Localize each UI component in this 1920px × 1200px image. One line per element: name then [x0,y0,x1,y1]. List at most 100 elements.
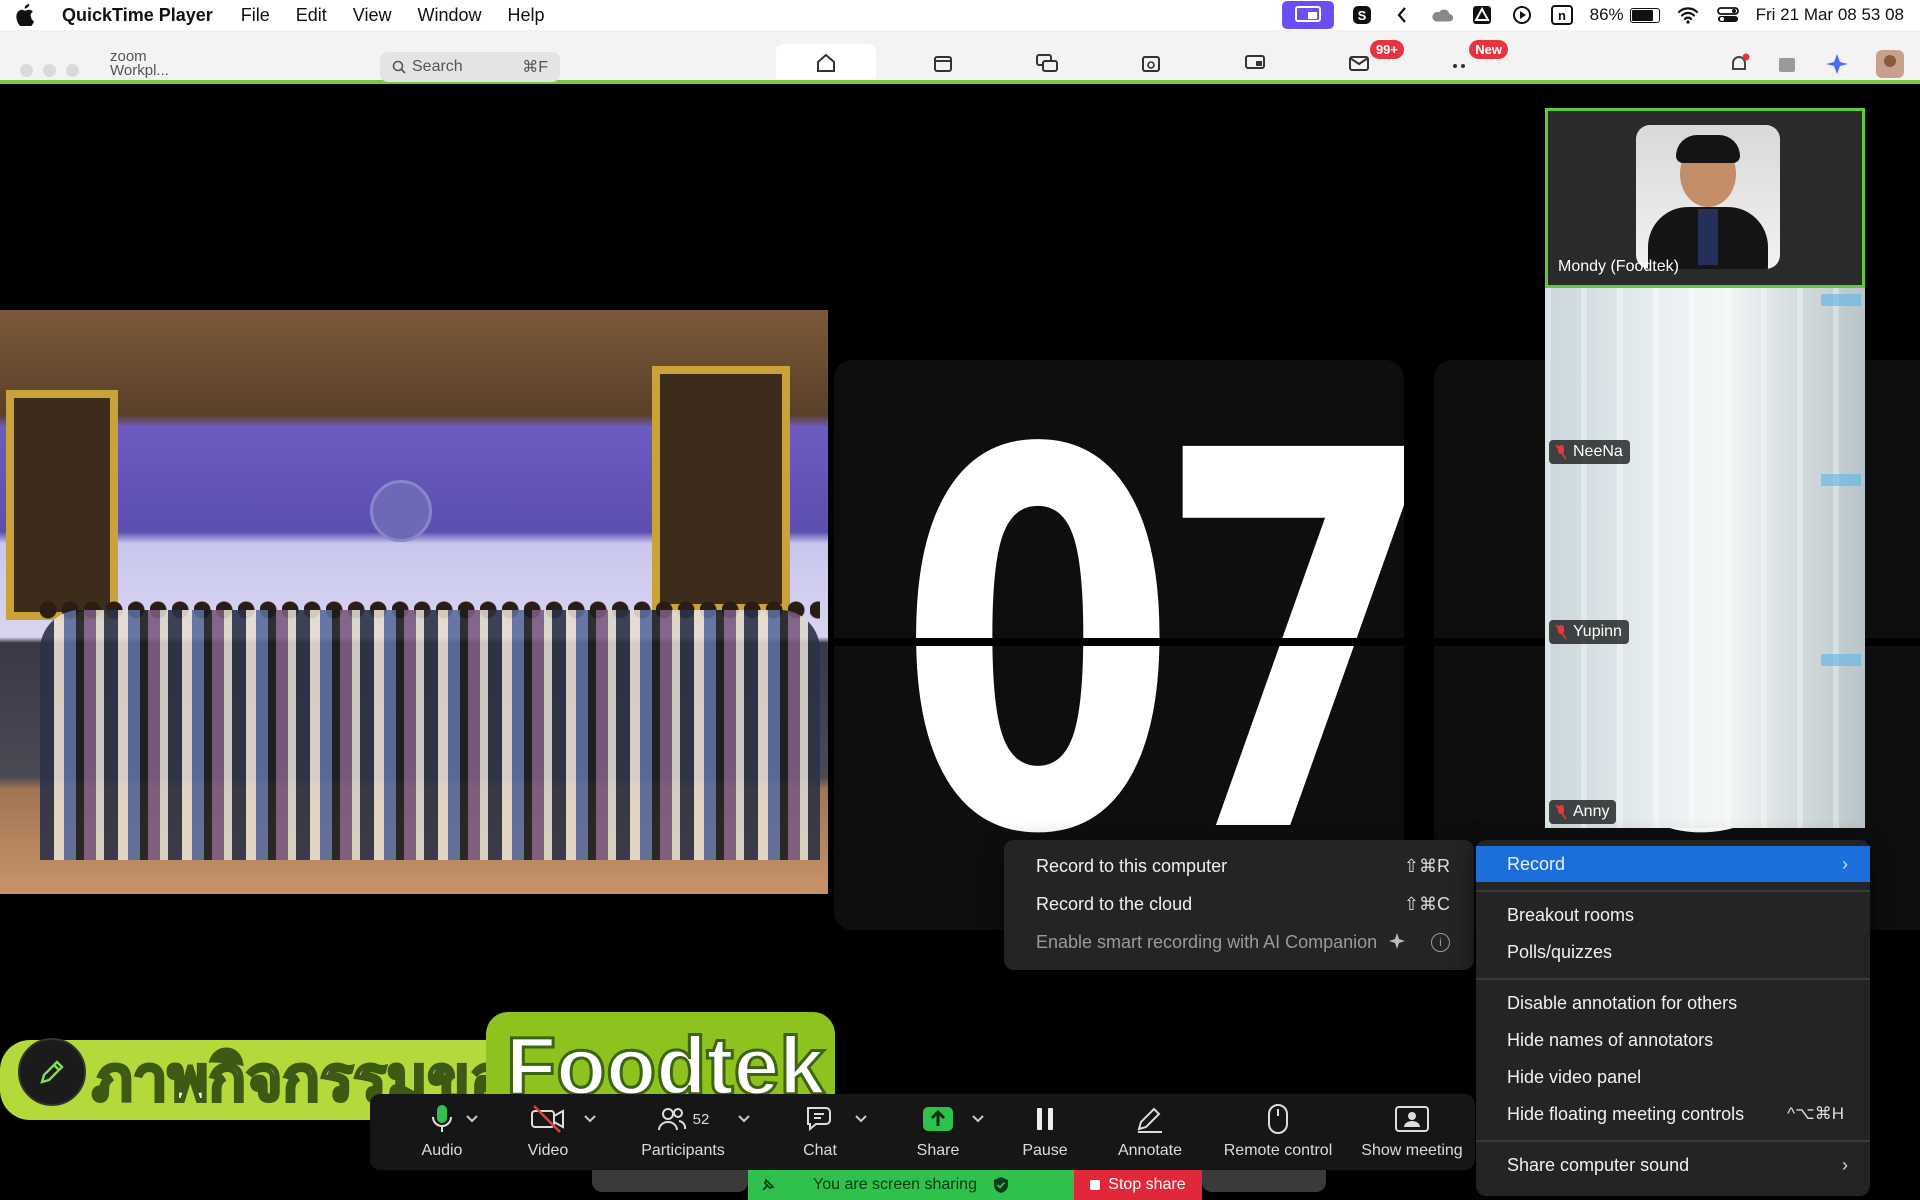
tab-team-chat[interactable] [1010,44,1084,80]
pin-icon [762,1178,775,1191]
tab-whiteboards[interactable] [1218,44,1292,80]
close-window-button[interactable] [20,64,33,77]
audio-button[interactable]: Audio [404,1102,480,1160]
chevron-down-icon[interactable] [971,1112,985,1126]
menu-help[interactable]: Help [508,5,545,26]
zoom-logo-sub: Workpl... [110,62,169,79]
video-panel: Mondy (Foodtek) NeeNa Yupinn Anny [1545,108,1867,838]
hide-floating-controls-label: Hide floating meeting controls [1507,1104,1745,1124]
apple-icon[interactable] [14,4,36,26]
zoom-toolbar: zoom Workpl... Search ⌘F 99+ New [0,30,1920,84]
svg-text:S: S [1357,8,1366,23]
notion-icon[interactable]: n [1550,5,1574,25]
search-placeholder: Search [412,58,463,75]
hide-annotator-names-item[interactable]: Hide names of annotators [1476,1022,1870,1058]
bell-icon[interactable] [1728,52,1750,76]
tab-calendar[interactable] [906,44,980,80]
info-icon[interactable]: i [1431,933,1450,952]
smart-recording-item[interactable]: Enable smart recording with AI Companion… [1004,924,1474,960]
menu-file[interactable]: File [241,5,270,26]
chat-icon [807,1107,831,1132]
control-center-icon[interactable] [1716,5,1740,25]
show-meeting-button[interactable]: Show meeting [1354,1102,1470,1160]
audio-label: Audio [421,1142,463,1159]
cloud-icon[interactable] [1430,5,1454,25]
chevron-down-icon[interactable] [583,1112,597,1126]
zoom-search-box[interactable]: Search ⌘F [380,52,560,82]
participant-name-text: Mondy (Foodtek) [1558,258,1679,275]
menubar-status-area: S n 86% Fri 21 Mar 08 53 08 [1281,0,1904,30]
chat-button[interactable]: Chat [780,1102,860,1160]
hide-annotator-names-label: Hide names of annotators [1507,1030,1714,1050]
record-menu-item[interactable]: Record › [1476,846,1870,882]
chevron-down-icon[interactable] [737,1112,751,1126]
menubar-clock[interactable]: Fri 21 Mar 08 53 08 [1756,5,1904,25]
chevron-left-icon[interactable] [1390,5,1414,25]
tab-mail[interactable]: 99+ [1322,40,1404,80]
ai-companion-icon[interactable] [1824,52,1850,76]
skype-icon[interactable]: S [1350,5,1374,25]
mouse-icon [1268,1104,1288,1134]
annotate-button[interactable]: Annotate [1108,1102,1192,1160]
record-to-computer-item[interactable]: Record to this computer ⇧⌘R [1004,848,1474,884]
background-logo [1821,294,1861,306]
hide-video-panel-item[interactable]: Hide video panel [1476,1059,1870,1095]
home-icon [817,53,835,72]
breakout-rooms-item[interactable]: Breakout rooms [1476,897,1870,933]
video-button[interactable]: Video [510,1102,586,1160]
pencil-icon [40,1060,64,1084]
calendar-icon [934,56,952,72]
drive-icon[interactable] [1470,5,1494,25]
video-label: Video [527,1142,569,1159]
record-submenu: Record to this computer ⇧⌘R Record to th… [1004,840,1474,970]
play-circle-icon[interactable] [1510,5,1534,25]
share-button[interactable]: Share [896,1102,980,1160]
menu-view[interactable]: View [353,5,392,26]
participant-tile[interactable]: Mondy (Foodtek) [1545,108,1865,288]
participant-name: NeeNa [1549,440,1630,464]
clock-split [834,638,1404,646]
hide-floating-controls-item[interactable]: Hide floating meeting controls ^⌥⌘H [1476,1096,1870,1132]
new-badge: New [1469,40,1508,59]
hide-video-panel-label: Hide video panel [1507,1067,1642,1087]
tab-more[interactable]: New [1426,40,1508,80]
record-to-cloud-shortcut: ⇧⌘C [1403,894,1450,914]
chat-bubbles-icon [1036,54,1058,72]
participant-tile[interactable]: NeeNa [1545,288,1865,468]
record-to-computer-label: Record to this computer [1036,856,1228,876]
tab-scheduler[interactable] [1114,44,1188,80]
search-shortcut: ⌘F [522,59,548,76]
remote-control-button[interactable]: Remote control [1218,1102,1338,1160]
app-icon[interactable] [1776,52,1798,76]
disable-annotation-item[interactable]: Disable annotation for others [1476,985,1870,1021]
wifi-icon[interactable] [1676,5,1700,25]
record-to-cloud-item[interactable]: Record to the cloud ⇧⌘C [1004,886,1474,922]
minimize-window-button[interactable] [43,64,56,77]
participants-button[interactable]: 52 Participants [628,1102,738,1160]
menu-bar: QuickTime Player File Edit View Window H… [0,0,1920,30]
polls-quizzes-item[interactable]: Polls/quizzes [1476,934,1870,970]
menu-edit[interactable]: Edit [296,5,327,26]
record-to-computer-shortcut: ⇧⌘R [1403,856,1450,876]
participant-name: Yupinn [1549,620,1629,644]
chevron-down-icon[interactable] [465,1112,479,1126]
share-computer-sound-item[interactable]: Share computer sound › [1476,1147,1870,1183]
stop-share-button[interactable]: Stop share [1074,1170,1202,1200]
royal-portrait-right [652,366,790,612]
zoom-window-button[interactable] [66,64,79,77]
screen-share-status-icon[interactable] [1281,1,1334,29]
participant-tile[interactable]: Anny [1545,648,1865,828]
screen-sharing-banner[interactable]: You are screen sharing [748,1170,1074,1200]
remote-control-label: Remote control [1223,1142,1333,1159]
chevron-right-icon: › [1842,854,1848,874]
menu-window[interactable]: Window [418,5,482,26]
battery-icon [1629,7,1660,23]
battery-indicator[interactable]: 86% [1590,5,1660,25]
pause-share-button[interactable]: Pause [1010,1102,1080,1160]
annotation-pen-button[interactable] [18,1038,86,1106]
tab-home[interactable] [776,44,876,80]
participant-tile[interactable]: Yupinn [1545,468,1865,648]
chevron-down-icon[interactable] [854,1112,868,1126]
avatar[interactable] [1876,50,1904,78]
app-name[interactable]: QuickTime Player [62,5,213,26]
